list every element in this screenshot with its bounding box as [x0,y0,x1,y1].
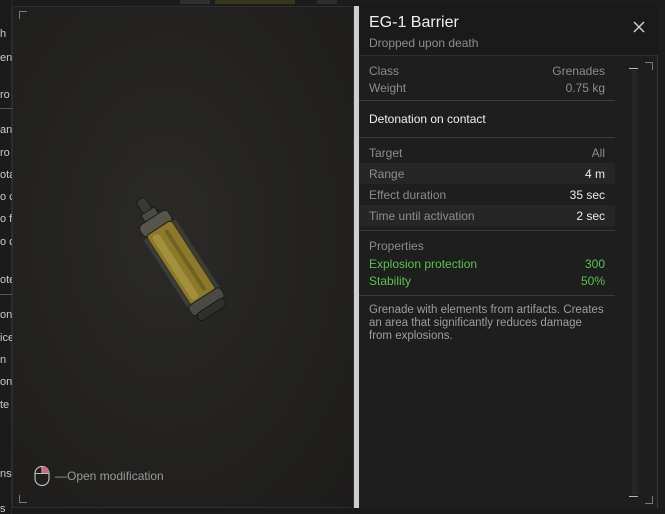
background-text: te [0,399,10,411]
scrollbar-track[interactable] [632,70,638,495]
property-row-explosion-protection: Explosion protection 300 [369,255,605,272]
background-text: en [0,52,12,64]
background-text: ro [0,147,10,159]
background-tab-active [215,0,295,4]
background-text: ro [0,89,10,101]
stat-row-range: Range 4 m [359,163,615,184]
property-label: Stability [369,273,412,288]
background-text: an [0,124,12,136]
background-text: on [0,376,12,388]
stat-value: 2 sec [576,208,605,223]
open-modification-hint[interactable]: —Open modification [33,465,164,487]
background-text: s [0,503,6,514]
stat-row-target: Target All [369,142,605,163]
item-title: EG-1 Barrier [369,14,459,31]
background-tab [317,0,337,4]
background-text: o c [0,191,12,203]
stat-label: Class [369,63,400,78]
corner-bracket [645,496,653,504]
background-text: on [0,309,12,321]
stat-row-time-until-activation: Time until activation 2 sec [359,205,615,226]
corner-bracket [19,495,27,503]
stat-label: Range [369,166,405,181]
item-header: EG-1 Barrier Dropped upon death [359,6,658,56]
stat-value: 4 m [584,166,605,181]
background-bottom-bar [12,508,665,514]
stat-label: Effect duration [369,187,447,202]
stat-row-weight: Weight 0.75 kg [369,79,605,96]
background-text: o f [0,213,12,225]
basic-info-section: Class Grenades Weight 0.75 kg [359,58,615,101]
item-preview[interactable]: —Open modification [12,6,354,508]
grenade-illustration [118,182,248,342]
property-row-stability: Stability 50% [369,272,605,289]
background-left-panel: h en ro an ro ota o c o f o c ote on ice… [0,0,12,514]
background-text: ice [0,332,12,344]
close-icon [633,21,645,33]
stat-label: Target [369,145,403,160]
properties-heading: Properties [369,239,424,253]
background-divider [0,108,12,109]
detonation-type: Detonation on contact [369,112,486,126]
corner-bracket [19,11,27,19]
property-value: 300 [584,256,605,271]
properties-section: Properties Explosion protection 300 Stab… [359,231,615,296]
detonation-section: Detonation on contact [359,101,615,138]
stat-row-effect-duration: Effect duration 35 sec [369,184,605,205]
stat-value: 35 sec [569,187,605,202]
stat-label: Weight [369,80,407,95]
item-details-panel: EG-1 Barrier Dropped upon death Class Gr… [359,6,658,508]
stat-label: Time until activation [369,208,475,223]
background-text: ota [0,169,12,181]
item-stats: Class Grenades Weight 0.75 kg Detonation… [359,58,615,351]
background-right-edge [658,6,665,508]
open-modification-label: —Open modification [55,469,164,483]
stat-value: Grenades [552,63,605,78]
background-text: ns [0,468,12,480]
property-label: Explosion protection [369,256,478,271]
scrollbar-top-cap [629,68,638,69]
details-scrollbar[interactable] [625,62,645,502]
stat-row-class: Class Grenades [369,62,605,79]
item-subtitle: Dropped upon death [369,36,479,50]
mouse-right-click-icon [34,465,50,487]
background-divider [0,294,12,295]
corner-bracket [645,62,653,70]
background-tab [180,0,210,4]
item-inspect-screen: h en ro an ro ota o c o f o c ote on ice… [0,0,665,514]
background-text: h [0,28,7,40]
stat-value: All [591,145,605,160]
scrollbar-bottom-cap [629,496,638,497]
background-text: n [0,354,7,366]
property-value: 50% [580,273,605,288]
background-text: ote [0,274,12,286]
item-description: Grenade with elements from artifacts. Cr… [369,304,604,342]
effect-stats-section: Target All Range 4 m Effect duration 35 … [359,138,615,231]
close-button[interactable] [630,18,648,36]
background-text: o c [0,236,12,248]
stat-value: 0.75 kg [565,80,605,95]
grenade-icon [136,197,227,322]
